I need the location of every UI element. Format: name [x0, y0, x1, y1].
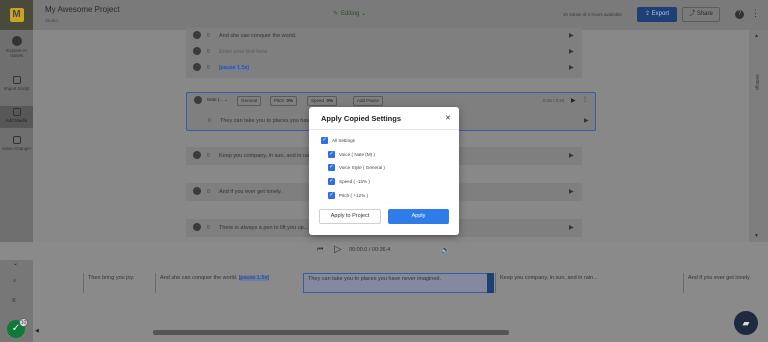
apply-button[interactable]: Apply — [388, 209, 449, 224]
option-label: Speed ( -15% ) — [339, 179, 370, 184]
dialog-title: Apply Copied Settings — [321, 114, 402, 123]
checkbox[interactable]: ✓ — [328, 192, 335, 199]
option-label: Voice ( Nate (M) ) — [339, 152, 375, 157]
dialog-divider — [309, 129, 459, 130]
checkbox[interactable]: ✓ — [328, 178, 335, 185]
checkbox[interactable]: ✓ — [328, 164, 335, 171]
close-icon[interactable]: ✕ — [445, 114, 451, 122]
apply-settings-dialog: Apply Copied Settings ✕ ✓ All Settings ✓… — [309, 107, 459, 235]
checkbox[interactable]: ✓ — [321, 137, 328, 144]
checkbox[interactable]: ✓ — [328, 151, 335, 158]
apply-to-project-button[interactable]: Apply to Project — [319, 209, 381, 224]
option-label: All Settings — [332, 138, 355, 143]
option-label: Pitch ( +12% ) — [339, 193, 368, 198]
notification-count: 10 — [19, 318, 28, 327]
option-label: Voice Style ( General ) — [339, 165, 385, 170]
chat-icon[interactable]: ▰ — [734, 311, 758, 335]
